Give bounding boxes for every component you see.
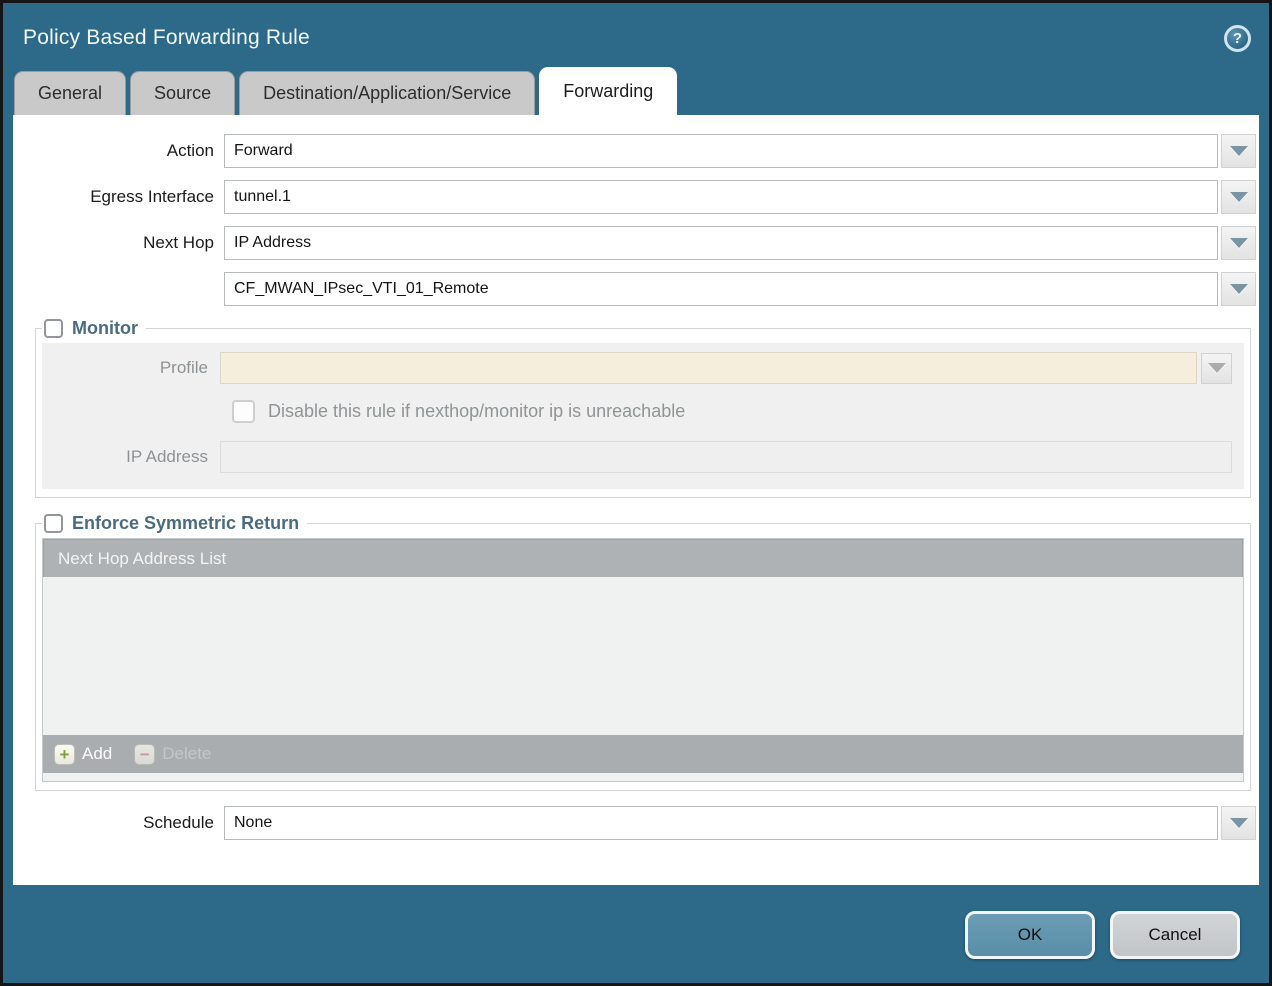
add-button-label: Add: [82, 744, 112, 764]
action-row: Action Forward: [13, 134, 1259, 168]
monitor-disabled-panel: Profile Disable this rule if nexthop/mon…: [42, 343, 1244, 489]
enforce-symmetric-return-checkbox[interactable]: [44, 514, 63, 533]
next-hop-address-combo: CF_MWAN_IPsec_VTI_01_Remote: [224, 272, 1256, 306]
tab-general[interactable]: General: [14, 71, 126, 115]
action-select[interactable]: Forward: [224, 134, 1218, 168]
enforce-symmetric-return-legend-label: Enforce Symmetric Return: [72, 513, 299, 534]
profile-dropdown-button: [1201, 353, 1232, 384]
forwarding-tab-panel: Action Forward Egress Interface tunnel.1…: [13, 115, 1259, 885]
next-hop-combo: IP Address: [224, 226, 1256, 260]
chevron-down-icon: [1230, 192, 1248, 202]
monitor-legend: Monitor: [42, 318, 146, 339]
enforce-symmetric-return-fieldset: Enforce Symmetric Return Next Hop Addres…: [35, 513, 1251, 791]
disable-rule-row: Disable this rule if nexthop/monitor ip …: [232, 400, 1244, 423]
table-bottom-strip: [43, 773, 1243, 781]
disable-rule-checkbox: [232, 400, 255, 423]
tab-bar: General Source Destination/Application/S…: [3, 67, 1269, 115]
delete-button: − Delete: [134, 744, 211, 765]
chevron-down-icon: [1230, 146, 1248, 156]
next-hop-row: Next Hop IP Address: [13, 226, 1259, 260]
next-hop-address-dropdown-button[interactable]: [1221, 272, 1256, 306]
chevron-down-icon: [1230, 238, 1248, 248]
egress-interface-select[interactable]: tunnel.1: [224, 180, 1218, 214]
next-hop-address-select[interactable]: CF_MWAN_IPsec_VTI_01_Remote: [224, 272, 1218, 306]
enforce-symmetric-return-legend: Enforce Symmetric Return: [42, 513, 307, 534]
tab-source[interactable]: Source: [130, 71, 235, 115]
chevron-down-icon: [1230, 284, 1248, 294]
add-button[interactable]: + Add: [54, 744, 112, 765]
egress-interface-combo: tunnel.1: [224, 180, 1256, 214]
monitor-legend-label: Monitor: [72, 318, 138, 339]
tab-destination-application-service[interactable]: Destination/Application/Service: [239, 71, 535, 115]
disable-rule-label: Disable this rule if nexthop/monitor ip …: [268, 401, 685, 422]
help-icon[interactable]: ?: [1224, 25, 1251, 52]
minus-icon: −: [134, 744, 155, 765]
profile-combo: [220, 352, 1244, 384]
action-combo: Forward: [224, 134, 1256, 168]
monitor-ip-address-row: IP Address: [42, 441, 1244, 473]
ok-button[interactable]: OK: [965, 911, 1095, 959]
monitor-checkbox[interactable]: [44, 319, 63, 338]
next-hop-address-list-toolbar: + Add − Delete: [43, 735, 1243, 773]
egress-interface-label: Egress Interface: [13, 187, 224, 207]
chevron-down-icon: [1230, 818, 1248, 828]
plus-icon: +: [54, 744, 75, 765]
profile-row: Profile: [42, 352, 1244, 384]
dialog-footer: OK Cancel: [3, 887, 1269, 983]
next-hop-address-list-body[interactable]: [43, 577, 1243, 735]
monitor-ip-address-field: [220, 441, 1232, 473]
cancel-button[interactable]: Cancel: [1110, 911, 1240, 959]
action-label: Action: [13, 141, 224, 161]
next-hop-address-list-header: Next Hop Address List: [43, 539, 1243, 577]
next-hop-dropdown-button[interactable]: [1221, 226, 1256, 260]
next-hop-address-row: CF_MWAN_IPsec_VTI_01_Remote: [13, 272, 1259, 306]
egress-interface-row: Egress Interface tunnel.1: [13, 180, 1259, 214]
profile-label: Profile: [42, 358, 220, 378]
titlebar: Policy Based Forwarding Rule ?: [3, 3, 1269, 67]
tab-forwarding[interactable]: Forwarding: [539, 67, 677, 115]
schedule-row: Schedule None: [13, 806, 1259, 840]
schedule-select[interactable]: None: [224, 806, 1218, 840]
profile-select: [220, 352, 1197, 384]
chevron-down-icon: [1208, 363, 1226, 373]
schedule-combo: None: [224, 806, 1256, 840]
action-dropdown-button[interactable]: [1221, 134, 1256, 168]
page-title: Policy Based Forwarding Rule: [23, 26, 310, 50]
policy-based-forwarding-dialog: Policy Based Forwarding Rule ? General S…: [0, 0, 1272, 986]
monitor-fieldset: Monitor Profile Disable this rule if nex…: [35, 318, 1251, 498]
egress-interface-dropdown-button[interactable]: [1221, 180, 1256, 214]
delete-button-label: Delete: [162, 744, 211, 764]
monitor-ip-address-label: IP Address: [42, 447, 220, 467]
schedule-dropdown-button[interactable]: [1221, 806, 1256, 840]
next-hop-type-select[interactable]: IP Address: [224, 226, 1218, 260]
next-hop-address-list-table: Next Hop Address List + Add − Delete: [42, 538, 1244, 782]
next-hop-label: Next Hop: [13, 233, 224, 253]
schedule-label: Schedule: [13, 813, 224, 833]
